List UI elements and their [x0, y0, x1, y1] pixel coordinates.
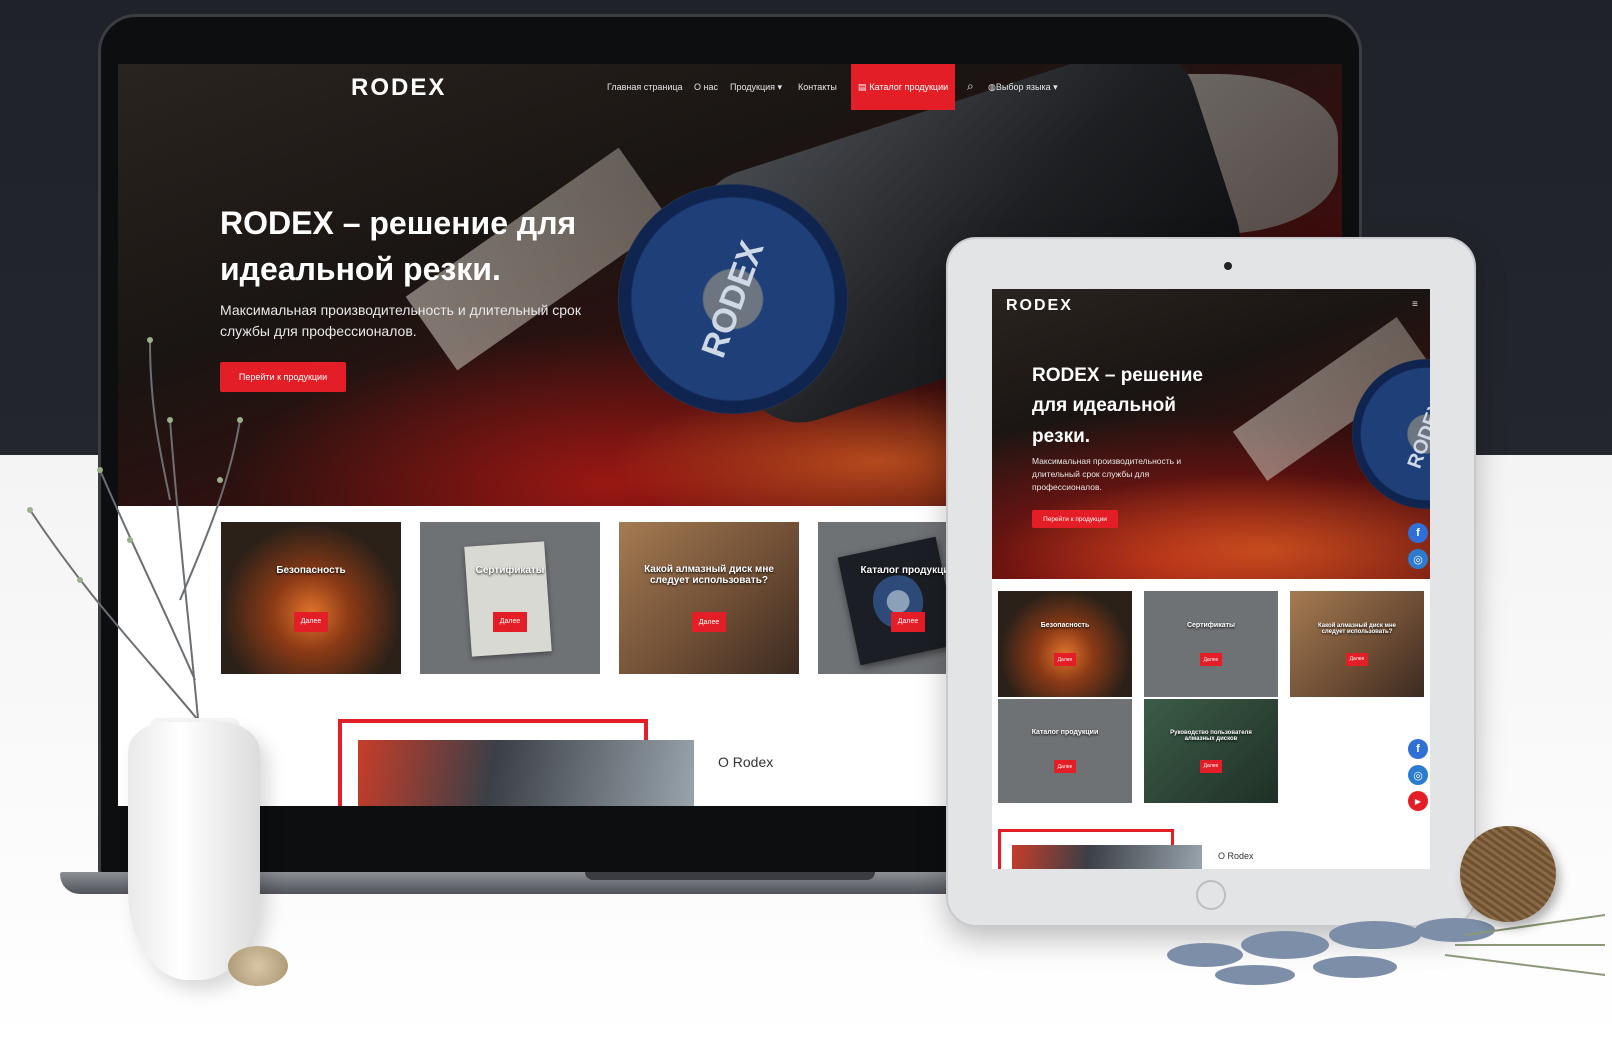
instagram-icon[interactable]: ◎ — [1408, 765, 1428, 785]
card-title: Руководство пользователя алмазных дисков — [1170, 729, 1252, 742]
hero-subtitle-line3: профессионалов. — [1032, 481, 1102, 492]
card-more-button[interactable]: Далее — [1200, 653, 1222, 666]
menu-icon[interactable]: ≡ — [1412, 299, 1418, 310]
dried-flower — [228, 946, 288, 986]
card-title: Каталог продукции — [1031, 729, 1099, 736]
hero-title-line1: RODEX – решение для — [220, 205, 577, 241]
card-catalog[interactable]: Каталог продукции Далее — [998, 699, 1132, 803]
certificate-image — [464, 541, 552, 657]
nav-products[interactable]: Продукция ▾ — [730, 82, 782, 93]
branch-decoration — [27, 337, 243, 740]
about-heading: О Rodex — [718, 754, 774, 770]
card-more-button[interactable]: Далее — [1054, 760, 1076, 773]
site-logo[interactable]: RODEX — [1006, 297, 1073, 315]
nav-about[interactable]: О нас — [694, 82, 718, 92]
laptop-notch — [585, 872, 875, 880]
card-more-button[interactable]: Далее — [493, 611, 527, 632]
site-logo[interactable]: RODEX — [351, 74, 446, 102]
search-icon[interactable]: ⌕ — [967, 79, 974, 94]
card-more-button[interactable]: Далее — [891, 611, 925, 632]
hero-title-line2: идеальной резки. — [220, 251, 501, 288]
nav-contacts[interactable]: Контакты — [798, 82, 837, 92]
about-image — [1012, 845, 1202, 869]
hero-title-line1: RODEX – решение — [1032, 365, 1203, 386]
card-manual[interactable]: Руководство пользователя алмазных дисков… — [1144, 699, 1278, 803]
tablet-hero-title: RODEX – решение для идеальной резки. — [1032, 361, 1203, 452]
card-title: Безопасность — [1040, 622, 1090, 629]
card-which-disc[interactable]: Какой алмазный диск мне следует использо… — [619, 522, 799, 674]
twine-ball — [1460, 826, 1556, 922]
language-label: Выбор языка — [995, 82, 1051, 92]
document-icon: ▤ — [857, 81, 867, 92]
tablet-camera — [1224, 262, 1232, 270]
card-certificates[interactable]: Сертификаты Далее — [420, 522, 600, 674]
language-selector[interactable]: ◍Выбор языка ▾ — [988, 82, 1058, 93]
hero-title-line2: для идеальной — [1032, 395, 1176, 417]
top-navbar: RODEX Главная страница О нас Продукция ▾… — [118, 64, 1342, 110]
tablet-hero-subtitle: Максимальная производительность и длител… — [1032, 455, 1181, 493]
card-more-button[interactable]: Далее — [692, 612, 726, 632]
card-title: Какой алмазный диск мне следует использо… — [644, 564, 774, 586]
card-title: Сертификаты — [1186, 622, 1236, 629]
nav-products-label: Продукция — [730, 82, 776, 92]
disc-brand-text: RODEX — [1404, 396, 1430, 472]
catalog-button[interactable]: ▤ Каталог продукции — [851, 64, 955, 110]
tablet-hero-banner: RODEX RODEX ≡ RODEX – решение для идеаль… — [992, 289, 1430, 579]
hero-title: RODEX – решение для идеальной резки. — [220, 200, 576, 293]
cutting-disc-image: RODEX — [618, 184, 848, 414]
card-more-button[interactable]: Далее — [1054, 653, 1076, 666]
nav-home[interactable]: Главная страница — [607, 82, 683, 92]
card-title: Безопасность — [276, 564, 346, 576]
globe-icon: ◍ — [988, 82, 996, 92]
card-safety[interactable]: Безопасность Далее — [998, 591, 1132, 697]
chevron-down-icon: ▾ — [1053, 82, 1058, 92]
card-more-button[interactable]: Далее — [1200, 759, 1222, 773]
hero-subtitle-line2: длительный срок службы для — [1032, 468, 1150, 479]
card-title: Какой алмазный диск мне следует использо… — [1318, 622, 1396, 635]
card-title: Сертификаты — [475, 564, 545, 576]
hero-subtitle-line1: Максимальная производительность и — [1032, 456, 1182, 466]
hero-title-line3: резки. — [1032, 425, 1091, 447]
facebook-icon[interactable]: f — [1408, 523, 1428, 543]
catalog-image — [837, 536, 959, 666]
catalog-button-label: Каталог продукции — [869, 82, 949, 92]
about-heading: О Rodex — [1218, 851, 1254, 861]
tablet-screen: RODEX RODEX ≡ RODEX – решение для идеаль… — [992, 289, 1430, 869]
card-more-button[interactable]: Далее — [1346, 652, 1368, 666]
card-which-disc[interactable]: Какой алмазный диск мне следует использо… — [1290, 591, 1424, 697]
instagram-icon[interactable]: ◎ — [1408, 549, 1428, 569]
card-more-button[interactable]: Далее — [294, 611, 328, 632]
go-to-products-button[interactable]: Перейти к продукции — [1032, 510, 1118, 528]
card-title: Каталог продукции — [860, 564, 956, 576]
card-certificates[interactable]: Сертификаты Далее — [1144, 591, 1278, 697]
youtube-icon[interactable]: ▶ — [1408, 791, 1428, 811]
vase — [128, 722, 260, 980]
chevron-down-icon: ▾ — [777, 82, 783, 92]
facebook-icon[interactable]: f — [1408, 739, 1428, 759]
disc-brand-text: RODEX — [693, 235, 772, 363]
about-image — [358, 740, 694, 806]
